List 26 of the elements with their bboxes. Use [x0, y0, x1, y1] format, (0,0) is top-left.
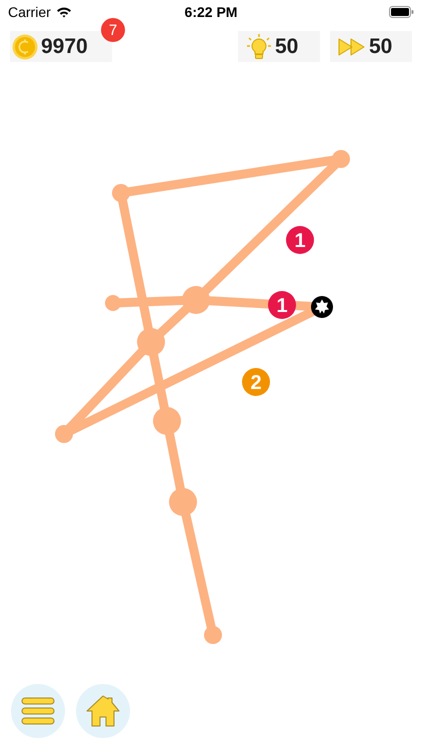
- clock-time: 6:22 PM: [184, 4, 238, 20]
- wifi-icon: [56, 6, 72, 18]
- puzzle-node[interactable]: [182, 286, 210, 314]
- puzzle-node[interactable]: [153, 407, 181, 435]
- menu-icon: [21, 697, 55, 725]
- coin-icon: [12, 34, 38, 60]
- notification-badge: 7: [101, 18, 125, 42]
- carrier-name: Carrier: [8, 4, 51, 20]
- number-marker: 2: [242, 368, 270, 396]
- number-marker: 1: [286, 226, 314, 254]
- lightbulb-icon: [246, 32, 272, 60]
- puzzle-node[interactable]: [112, 184, 130, 202]
- fast-forward-icon: [338, 36, 366, 56]
- puzzle-node[interactable]: [332, 150, 350, 168]
- hint-button[interactable]: 50: [238, 31, 320, 62]
- puzzle-node[interactable]: [105, 295, 121, 311]
- skip-button[interactable]: 50: [330, 31, 412, 62]
- puzzle-node[interactable]: [204, 626, 222, 644]
- gear-icon[interactable]: [311, 296, 333, 318]
- home-icon: [85, 694, 121, 728]
- number-marker: 1: [268, 291, 296, 319]
- puzzle-node[interactable]: [137, 328, 165, 356]
- puzzle-node[interactable]: [169, 488, 197, 516]
- coin-amount: 9970: [41, 34, 88, 58]
- puzzle-node[interactable]: [55, 425, 73, 443]
- battery-icon: [389, 6, 414, 18]
